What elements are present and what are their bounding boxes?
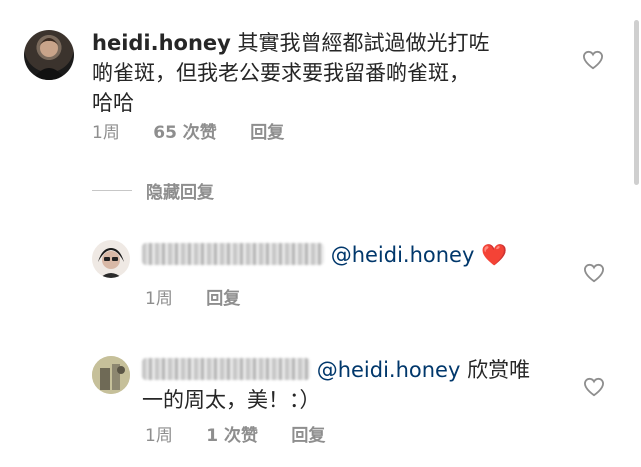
- reply-text-line-1: 欣赏唯: [467, 358, 531, 382]
- scrollbar[interactable]: [634, 20, 639, 185]
- reply-meta: 1周 1 次赞 回复: [145, 421, 353, 446]
- reply-time[interactable]: 1周: [145, 284, 173, 309]
- reply-button[interactable]: 回复: [250, 118, 284, 143]
- blurred-username[interactable]: [142, 358, 310, 380]
- comment-meta: 1周 65 次赞 回复: [92, 118, 312, 143]
- comment-text: heidi.honey 其實我曾經都試過做光打咗 啲雀斑，但我老公要求要我留番啲…: [92, 28, 552, 118]
- avatar[interactable]: [24, 30, 74, 80]
- avatar[interactable]: [92, 356, 130, 394]
- avatar-image: [98, 248, 124, 278]
- reply-button[interactable]: 回复: [206, 284, 240, 309]
- like-heart-icon[interactable]: [583, 377, 605, 397]
- reply-button[interactable]: 回复: [291, 421, 325, 446]
- mention-link[interactable]: @heidi.honey: [331, 243, 475, 267]
- reply-likes[interactable]: 1 次赞: [206, 421, 258, 446]
- comment-line-2: 啲雀斑，但我老公要求要我留番啲雀斑，: [92, 61, 470, 85]
- mention-link[interactable]: @heidi.honey: [317, 358, 461, 382]
- avatar[interactable]: [92, 240, 130, 278]
- comment-username[interactable]: heidi.honey: [92, 31, 231, 55]
- divider-line: [92, 190, 132, 191]
- blurred-username[interactable]: [142, 243, 324, 265]
- comment-likes[interactable]: 65 次赞: [153, 118, 217, 143]
- reply-time[interactable]: 1周: [145, 421, 173, 446]
- comment-line-3: 哈哈: [92, 91, 134, 115]
- like-heart-icon[interactable]: [583, 263, 605, 283]
- reply-text: @heidi.honey ❤️: [142, 240, 562, 270]
- hide-replies-button[interactable]: 隐藏回复: [92, 178, 214, 203]
- avatar-image: [92, 356, 130, 394]
- comment-line-1: 其實我曾經都試過做光打咗: [237, 31, 490, 55]
- reply-text: @heidi.honey 欣赏唯 一的周太，美！：）: [142, 355, 562, 415]
- comment-time[interactable]: 1周: [92, 118, 120, 143]
- avatar-image: [32, 38, 66, 80]
- reply-text-line-2: 一的周太，美！：）: [142, 388, 321, 412]
- heart-emoji: ❤️: [481, 243, 508, 267]
- reply-meta: 1周 回复: [145, 284, 268, 309]
- like-heart-icon[interactable]: [582, 50, 604, 70]
- hide-replies-label: 隐藏回复: [146, 183, 214, 203]
